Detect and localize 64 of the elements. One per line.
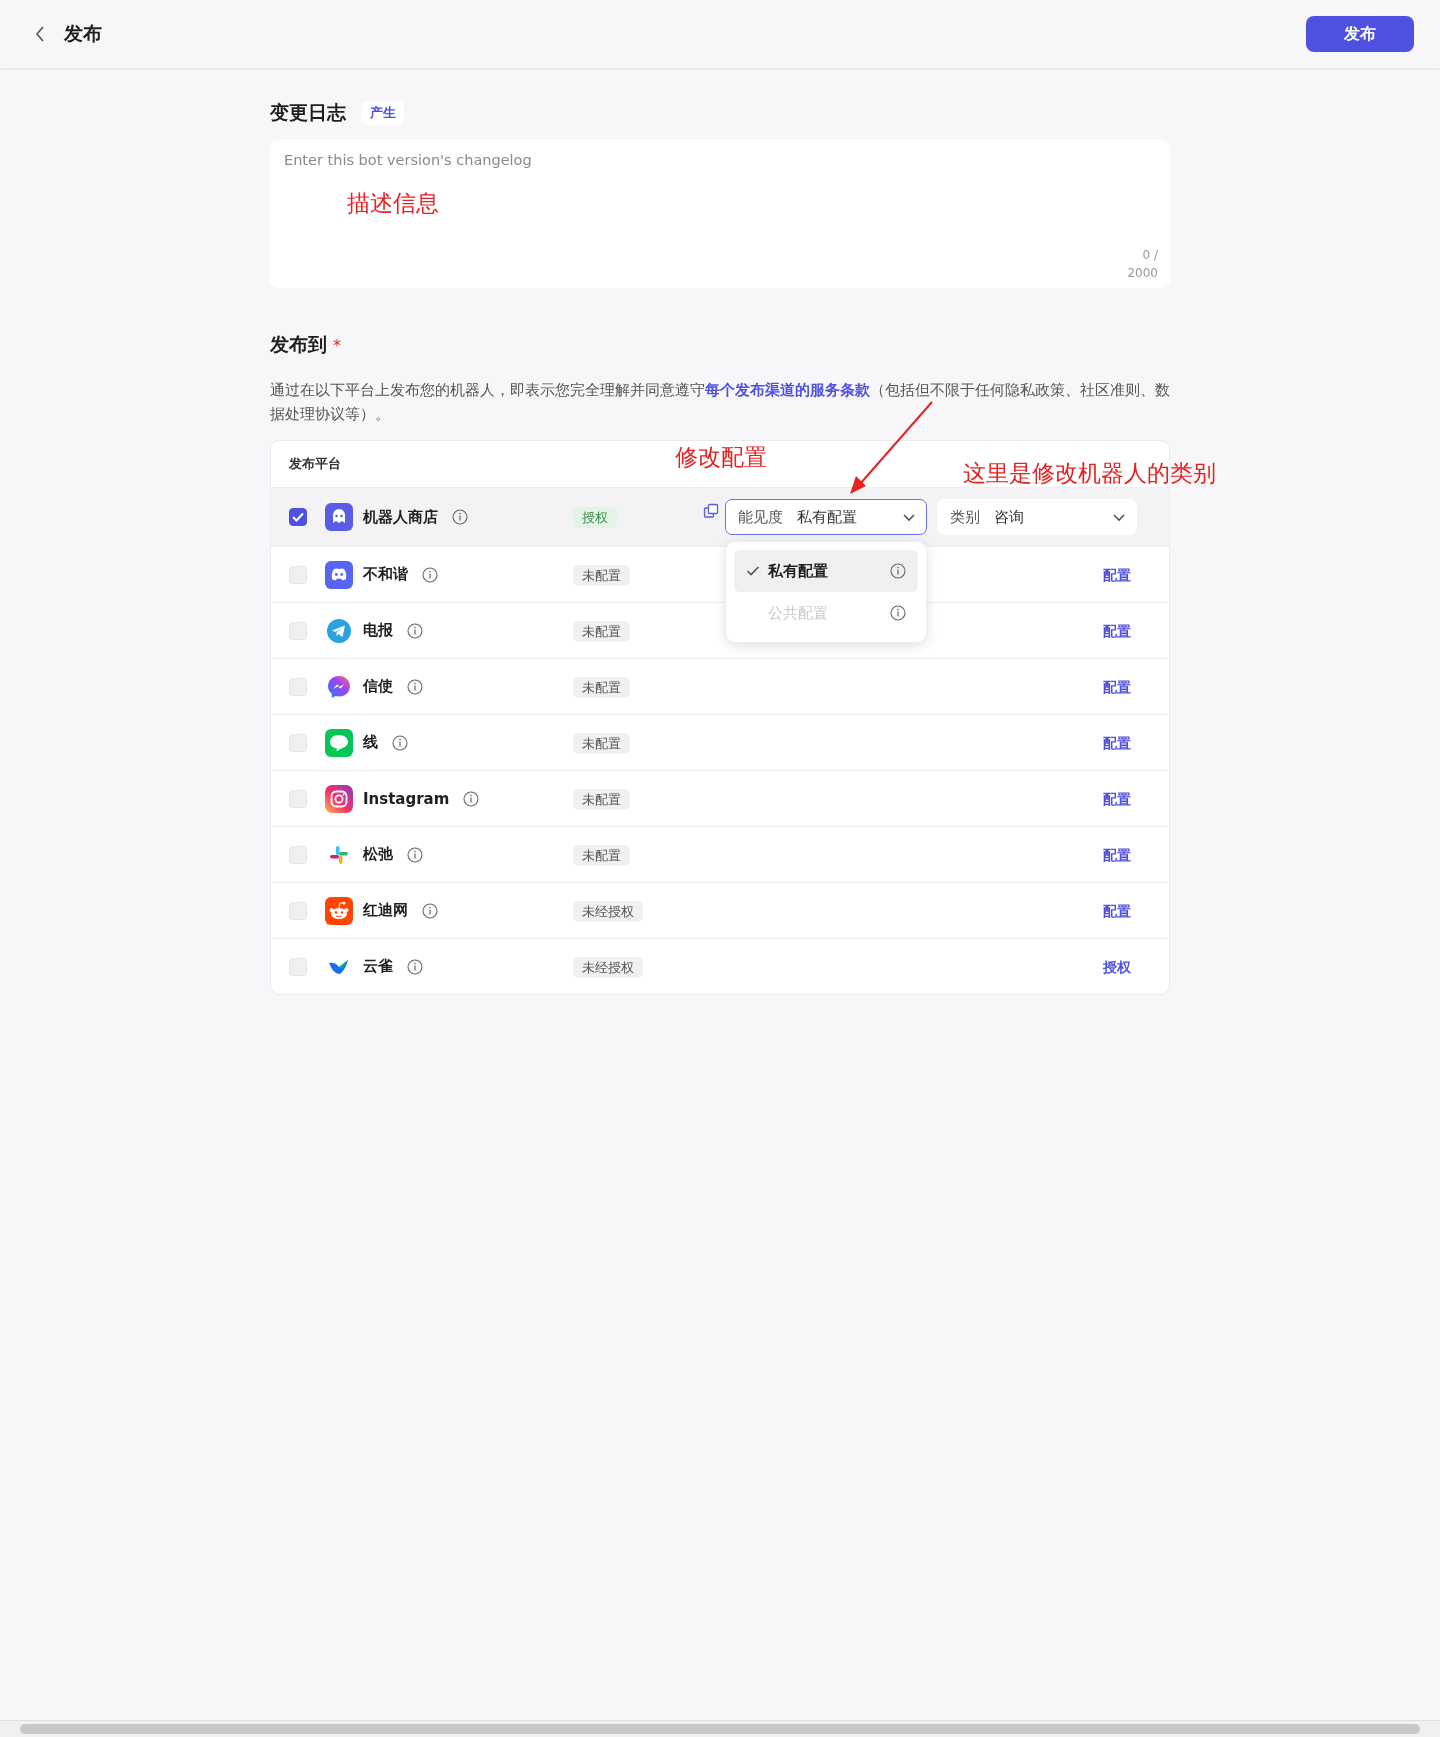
column-header: 发布平台 — [289, 455, 341, 473]
status-tag: 未配置 — [573, 844, 630, 866]
status-tag: 未配置 — [573, 620, 630, 642]
info-icon[interactable] — [422, 902, 438, 919]
info-icon[interactable] — [890, 563, 906, 579]
info-icon[interactable] — [463, 790, 480, 807]
horizontal-scrollbar[interactable] — [0, 1720, 1440, 1737]
configure-link[interactable]: 配置 — [1103, 622, 1131, 639]
speech-bubble-icon — [325, 728, 353, 757]
platform-name: 机器人商店 — [363, 507, 438, 527]
terms-description: 通过在以下平台上发布您的机器人，即表示您完全理解并同意遵守每个发布渠道的服务条款（包括但不限于任何隐私政策、社区准则、数据处理协议等）。 — [270, 381, 1170, 424]
platform-name: 云雀 — [363, 957, 393, 976]
status-tag: 未经授权 — [573, 956, 643, 978]
status-tag: 授权 — [573, 507, 617, 528]
status-tag: 未配置 — [573, 732, 630, 754]
configure-link[interactable]: 配置 — [1103, 566, 1131, 583]
info-icon[interactable] — [407, 846, 423, 863]
status-tag: 未经授权 — [573, 900, 643, 922]
configure-link[interactable]: 配置 — [1103, 734, 1131, 751]
info-icon[interactable] — [407, 958, 423, 975]
configure-link[interactable]: 配置 — [1103, 902, 1131, 919]
publish-button[interactable]: 发布 — [1306, 16, 1414, 52]
chevron-down-icon — [902, 512, 916, 522]
configure-link[interactable]: 授权 — [1103, 958, 1131, 975]
platform-name: 电报 — [363, 621, 393, 640]
check-icon — [746, 565, 760, 577]
checkbox[interactable] — [289, 508, 307, 526]
required-mark: * — [333, 335, 341, 355]
platform-name: 线 — [363, 733, 378, 752]
configure-link[interactable]: 配置 — [1103, 846, 1131, 863]
menu-option[interactable]: 私有配置 — [734, 550, 918, 592]
platform-name: 红迪网 — [363, 901, 408, 920]
gamepad-icon — [325, 560, 353, 589]
chevron-down-icon — [1112, 512, 1126, 522]
generate-button[interactable]: 产生 — [362, 101, 404, 125]
publish-to-title: 发布到 — [270, 332, 327, 357]
annotation-text: 描述信息 — [347, 189, 439, 218]
status-tag: 未配置 — [573, 788, 630, 810]
configure-link[interactable]: 配置 — [1103, 678, 1131, 695]
changelog-title: 变更日志 — [270, 100, 346, 125]
platform-name: Instagram — [363, 789, 450, 808]
info-icon[interactable] — [407, 622, 423, 639]
info-icon[interactable] — [392, 734, 408, 751]
platform-name: 信使 — [363, 677, 393, 696]
info-icon[interactable] — [452, 509, 468, 525]
status-tag: 未配置 — [573, 564, 630, 586]
character-counter: 0 / 2000 — [1127, 247, 1158, 282]
configure-link[interactable]: 配置 — [1103, 790, 1131, 807]
info-icon[interactable] — [422, 566, 438, 583]
visibility-dropdown[interactable]: 能见度 私有配置 — [725, 499, 927, 535]
category-dropdown[interactable]: 类别 咨询 — [937, 499, 1137, 535]
info-icon[interactable] — [407, 678, 423, 695]
status-tag: 未配置 — [573, 676, 630, 698]
annotation-text: 这里是修改机器人的类别 — [963, 459, 1216, 488]
platform-name: 松弛 — [363, 845, 393, 864]
back-icon[interactable] — [34, 25, 46, 43]
platform-name: 不和谐 — [363, 565, 408, 584]
annotation-text: 修改配置 — [675, 443, 767, 472]
paper-plane-icon — [325, 616, 353, 645]
copy-icon[interactable] — [703, 503, 719, 519]
camera-icon — [325, 784, 353, 813]
page-title: 发布 — [64, 21, 102, 46]
alien-face-icon — [325, 896, 353, 925]
terms-link[interactable]: 每个发布渠道的服务条款 — [705, 382, 870, 398]
